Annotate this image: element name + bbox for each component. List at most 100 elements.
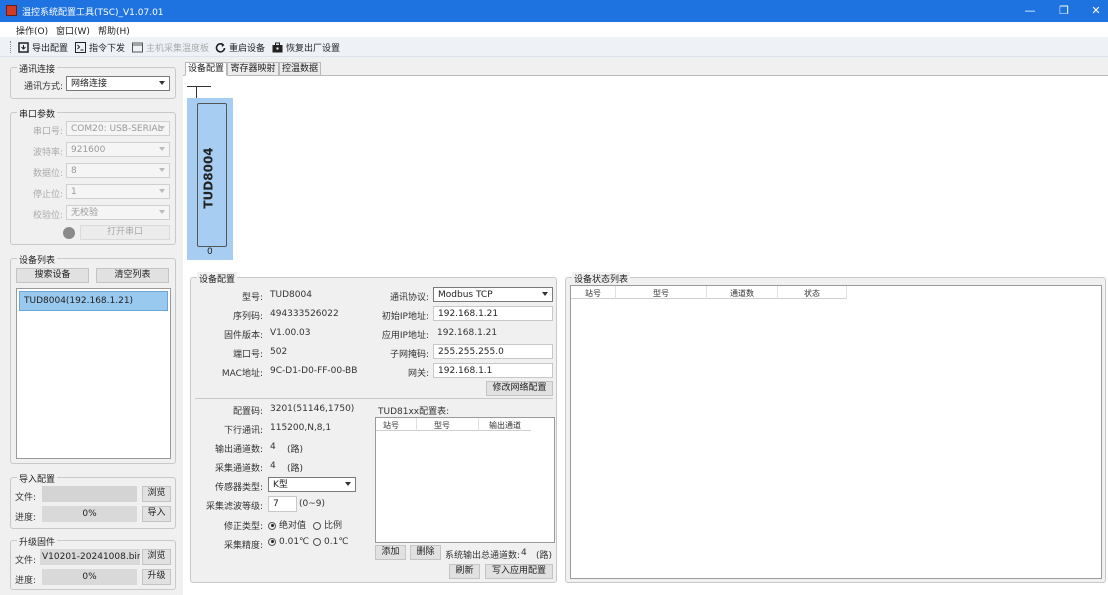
acq-channels-unit: (路)	[287, 464, 304, 474]
comm-method-select[interactable]: 网络连接	[66, 76, 170, 91]
window-title: 温控系统配置工具(TSC)_V1.07.01	[22, 8, 164, 18]
sensor-type-select[interactable]: K型	[268, 477, 356, 492]
search-device-button[interactable]: 搜索设备	[16, 268, 89, 283]
downlink-value: 115200,N,8,1	[270, 423, 332, 433]
tab-register-map[interactable]: 寄存器映射	[227, 62, 279, 76]
modify-network-button[interactable]: 修改网络配置	[486, 381, 553, 396]
send-command-button[interactable]: 指令下发	[75, 41, 125, 54]
baud-label: 波特率:	[32, 148, 63, 158]
delete-button[interactable]: 删除	[410, 545, 441, 560]
clear-list-button[interactable]: 清空列表	[96, 268, 169, 283]
import-file-field[interactable]	[42, 486, 137, 502]
import-browse-button[interactable]: 浏览	[142, 486, 171, 502]
tab-device-config[interactable]: 设备配置	[185, 62, 227, 76]
status-table: 站号 型号 通道数 状态	[570, 285, 1102, 579]
precision-01-radio[interactable]: 0.1℃	[313, 537, 348, 547]
subnet-mask-label: 子网掩码:	[389, 350, 429, 360]
chevron-down-icon	[159, 189, 165, 193]
correction-absolute-label: 绝对值	[279, 521, 307, 531]
module-card[interactable]: TUD8004 0	[187, 86, 233, 260]
sensor-type-label: 传感器类型:	[214, 483, 263, 493]
terminal-icon	[75, 42, 86, 53]
stop-bits-value: 1	[71, 187, 77, 197]
firmware-value: V1.00.03	[270, 328, 311, 338]
write-config-button[interactable]: 写入应用配置	[485, 564, 553, 579]
restart-icon	[215, 42, 226, 53]
data-bits-value: 8	[71, 166, 77, 176]
serial-port-value: COM20: USB-SERIAL	[71, 124, 163, 134]
import-legend: 导入配置	[17, 472, 58, 485]
export-config-button[interactable]: 导出配置	[18, 41, 68, 54]
module-name: TUD8004	[202, 147, 217, 209]
filter-level-label: 采集滤波等级:	[205, 502, 263, 512]
menu-window[interactable]: 窗口(W)	[56, 24, 90, 37]
refresh-button[interactable]: 刷新	[449, 564, 480, 579]
status-table-header: 站号 型号 通道数 状态	[571, 286, 847, 299]
acq-channels-value: 4	[270, 461, 276, 471]
minimize-button[interactable]: —	[1016, 3, 1044, 19]
module-connector	[196, 86, 197, 98]
device-list: TUD8004(192.168.1.21)	[16, 288, 171, 459]
upgrade-browse-button[interactable]: 浏览	[142, 549, 171, 565]
downlink-label: 下行通讯:	[223, 426, 263, 436]
upgrade-progress-bar: 0%	[42, 569, 137, 585]
tud-col-output: 输出通道	[489, 421, 521, 430]
restore-button[interactable]: ❐	[1050, 3, 1078, 19]
tab-temp-data[interactable]: 控温数据	[279, 62, 321, 76]
init-ip-label: 初始IP地址:	[381, 312, 429, 322]
acq-channels-label: 采集通道数:	[214, 464, 263, 474]
menu-help[interactable]: 帮助(H)	[98, 24, 130, 37]
open-port-button[interactable]: 打开串口	[80, 225, 170, 240]
parity-select[interactable]: 无校验	[66, 205, 170, 220]
toolbar-grip	[10, 41, 11, 53]
model-label: 型号:	[241, 293, 263, 303]
serial-group: 串口参数 串口号: COM20: USB-SERIAL 波特率: 921600 …	[10, 107, 176, 245]
upgrade-button[interactable]: 升级	[142, 569, 171, 585]
mac-label: MAC地址:	[221, 369, 263, 379]
toolbar: 导出配置 指令下发 主机采集温度板 重启设备 恢复出厂设置	[0, 37, 1108, 57]
chevron-down-icon	[159, 81, 165, 85]
add-button[interactable]: 添加	[375, 545, 406, 560]
upgrade-file-label: 文件:	[15, 556, 37, 566]
stop-bits-select[interactable]: 1	[66, 184, 170, 199]
device-list-item[interactable]: TUD8004(192.168.1.21)	[19, 291, 168, 311]
menu-operate[interactable]: 操作(O)	[16, 24, 48, 37]
precision-001-radio[interactable]: 0.01℃	[268, 537, 309, 547]
correction-absolute-radio[interactable]: 绝对值	[268, 518, 306, 531]
correction-ratio-radio[interactable]: 比例	[313, 518, 342, 531]
stop-bits-label: 停止位:	[32, 190, 63, 200]
device-list-group: 设备列表 搜索设备 清空列表 TUD8004(192.168.1.21)	[10, 253, 176, 464]
init-ip-field[interactable]: 192.168.1.21	[433, 306, 553, 321]
filter-level-field[interactable]: 7	[268, 496, 297, 512]
comm-method-value: 网络连接	[71, 79, 108, 89]
close-button[interactable]: ✕	[1082, 3, 1108, 19]
filter-level-range: (0~9)	[299, 499, 326, 509]
radio-unchecked-icon	[313, 521, 321, 530]
chevron-down-icon	[159, 210, 165, 214]
app-ip-value: 192.168.1.21	[437, 328, 498, 338]
data-bits-select[interactable]: 8	[66, 163, 170, 178]
serial-port-select[interactable]: COM20: USB-SERIAL	[66, 121, 170, 136]
restart-device-button[interactable]: 重启设备	[215, 41, 265, 54]
status-col-station: 站号	[585, 289, 601, 298]
chevron-down-icon	[159, 147, 165, 151]
import-progress-bar: 0%	[42, 506, 137, 522]
chevron-down-icon	[159, 126, 165, 130]
serial-legend: 串口参数	[17, 107, 58, 120]
upgrade-group: 升级固件 文件: V10201-20241008.bin 浏览 进度: 0% 升…	[10, 535, 176, 590]
gateway-field[interactable]: 192.168.1.1	[433, 363, 553, 378]
baud-select[interactable]: 921600	[66, 142, 170, 157]
parity-value: 无校验	[71, 208, 99, 218]
factory-reset-button[interactable]: 恢复出厂设置	[272, 41, 340, 54]
protocol-select[interactable]: Modbus TCP	[433, 287, 553, 302]
upgrade-legend: 升级固件	[17, 535, 58, 548]
tud-table: 站号 型号 输出通道	[375, 417, 555, 543]
upgrade-file-field[interactable]: V10201-20241008.bin	[40, 549, 140, 565]
restart-device-label: 重启设备	[229, 44, 266, 54]
correction-ratio-label: 比例	[324, 521, 343, 531]
subnet-mask-field[interactable]: 255.255.255.0	[433, 344, 553, 359]
divider	[195, 398, 553, 399]
host-board-button[interactable]: 主机采集温度板	[132, 41, 209, 54]
import-button[interactable]: 导入	[142, 506, 171, 522]
tud-col-station: 站号	[383, 421, 399, 430]
